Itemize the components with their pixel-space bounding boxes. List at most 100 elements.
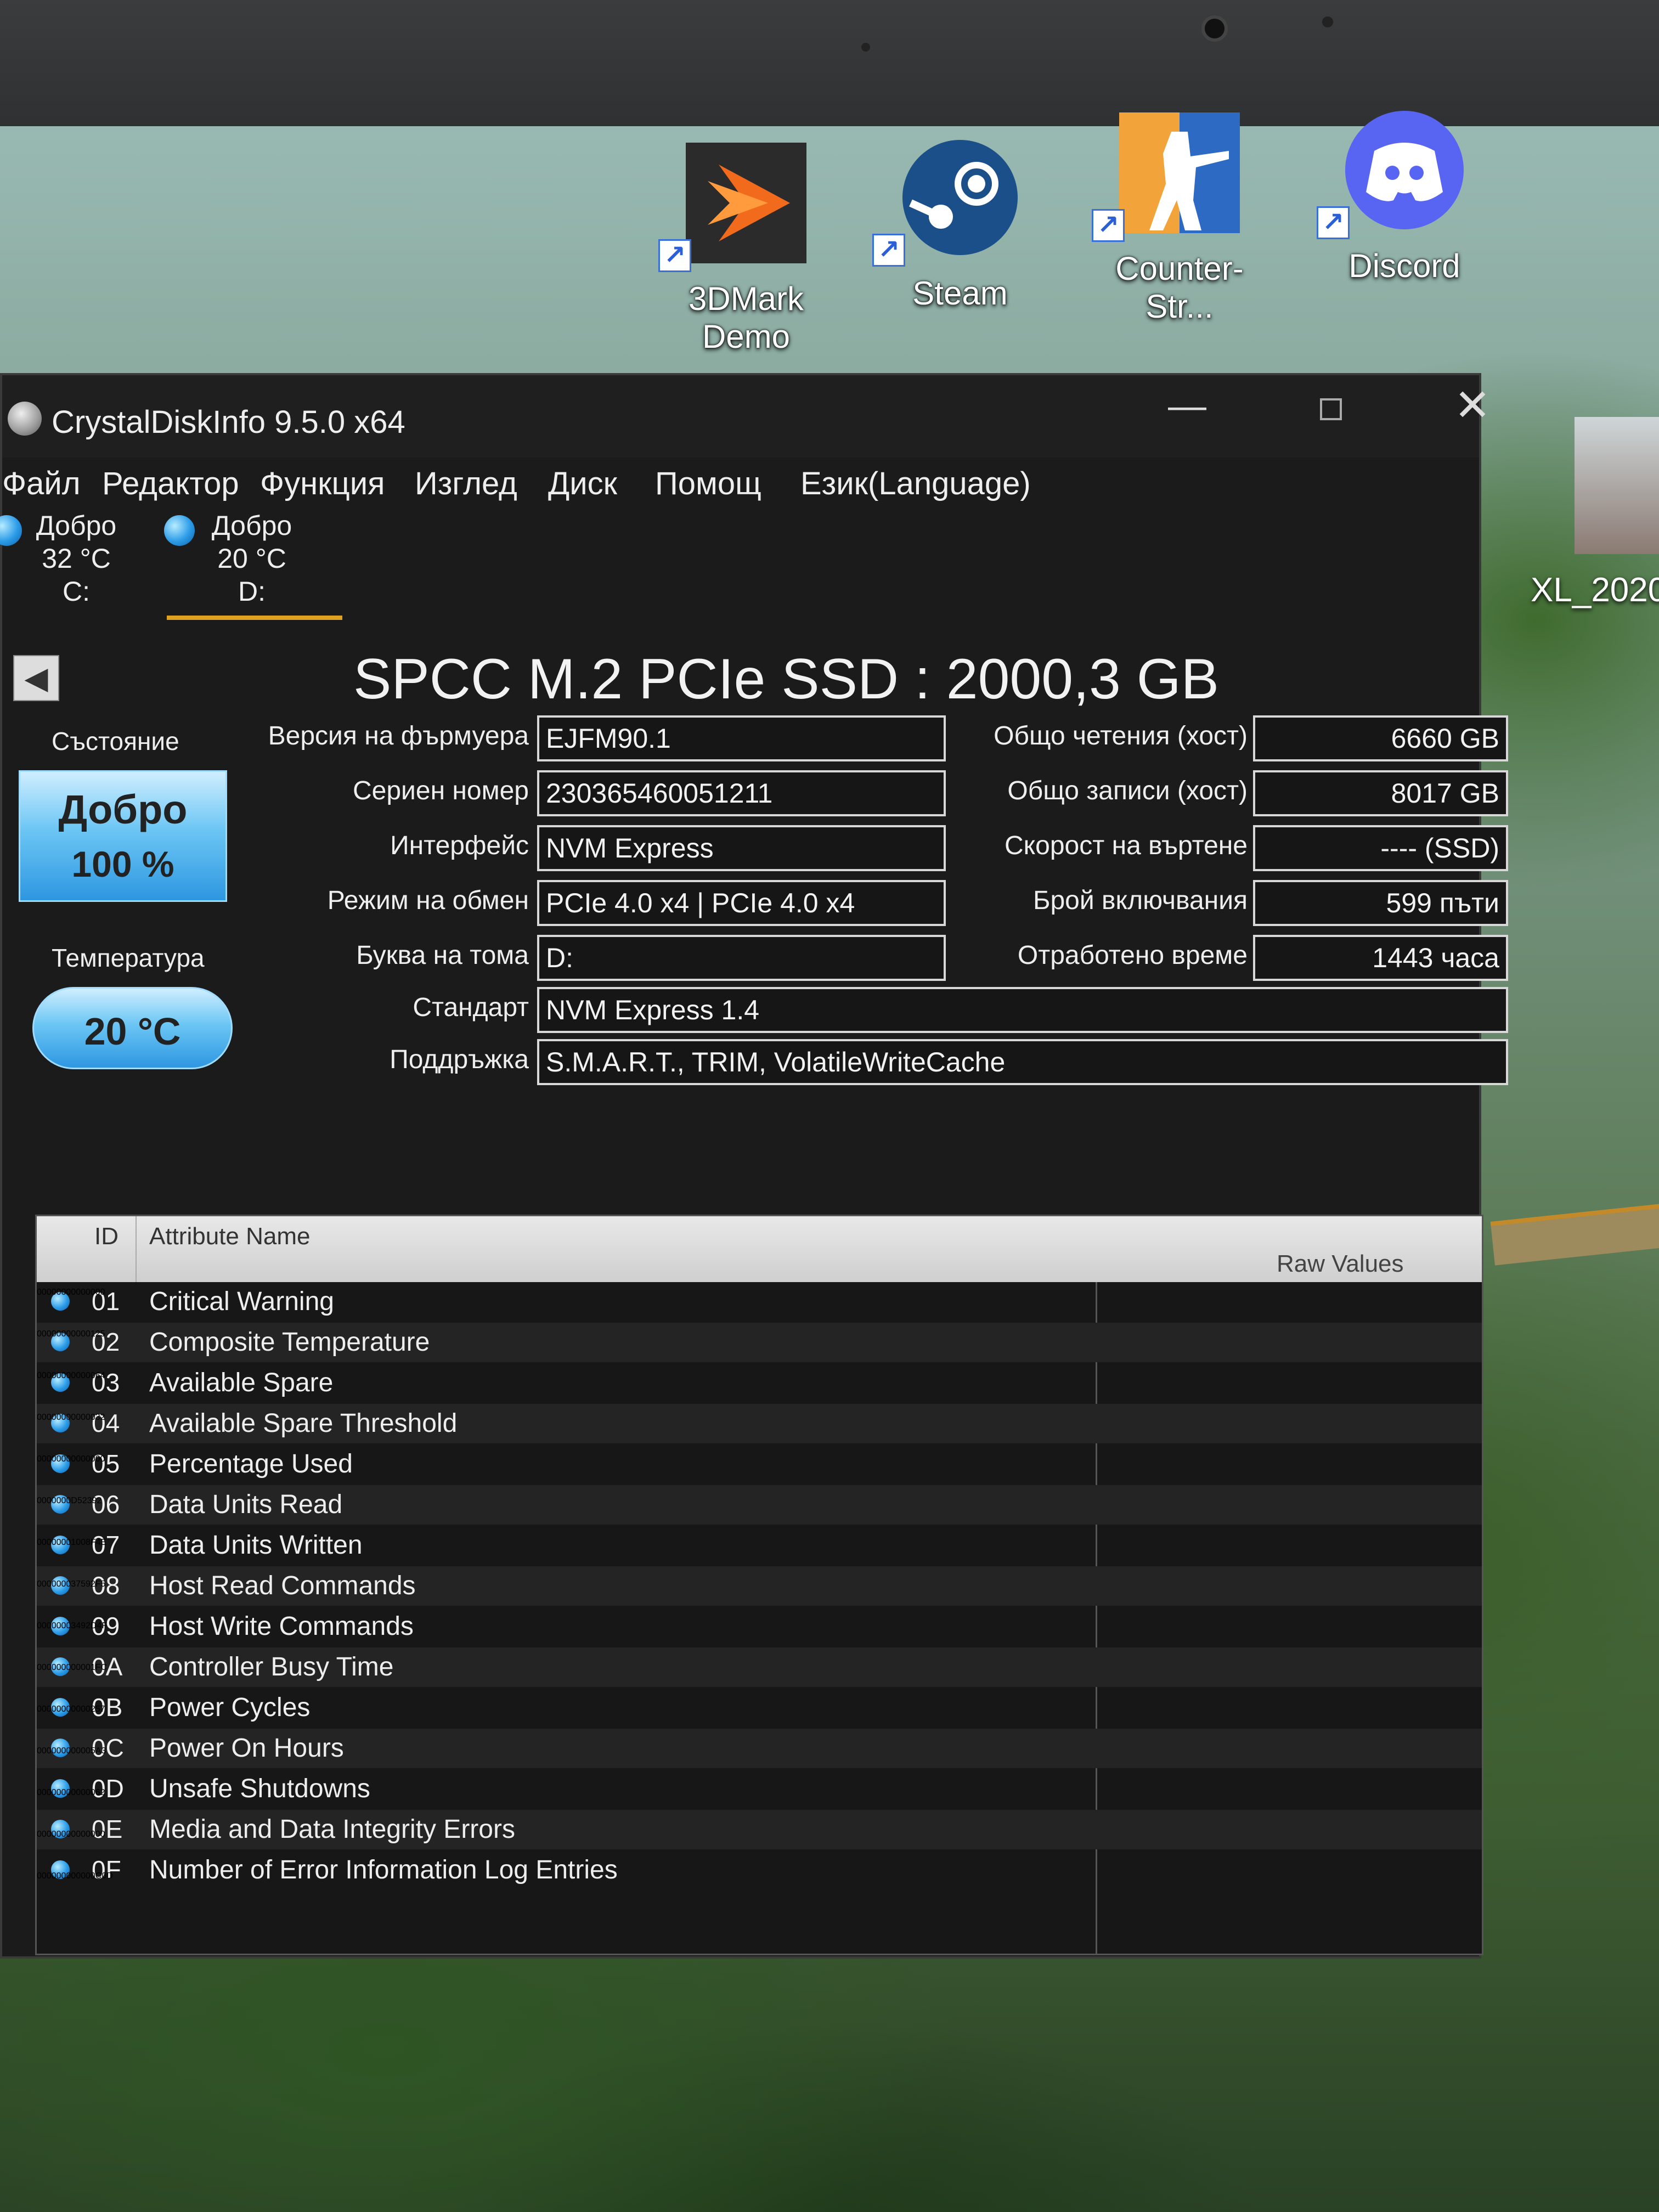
host-writes-field: 8017 GB [1253,770,1508,816]
serial-field: 230365460051211 [537,770,946,816]
attribute-name: Data Units Read [149,1490,343,1519]
table-row[interactable]: 0B Power Cycles [37,1688,1482,1728]
webcam [1201,15,1228,42]
smart-attributes-table[interactable]: ID Attribute Name Raw Values 01 Critical … [35,1215,1483,1955]
table-row[interactable]: 08 Host Read Commands [37,1566,1482,1606]
menu-help[interactable]: Помощ [655,465,761,502]
window-title: CrystalDiskInfo 9.5.0 x64 [52,404,405,440]
table-row[interactable]: 0F Number of Error Information Log Entrie… [37,1850,1482,1890]
raw-value: 000000000000C0D [37,1871,113,1881]
column-header-raw-values[interactable]: Raw Values [1277,1250,1404,1278]
raw-value: 000000037592F5 [37,1579,106,1589]
desktop-icon-label: Counter-Str... [1115,250,1244,325]
raw-value: 00000000000064 [37,1371,105,1380]
menu-language[interactable]: Език(Language) [800,465,1031,502]
light-sensor [1322,16,1333,27]
attribute-name: Host Write Commands [149,1612,414,1641]
raw-value: 000000000005A3 [37,1746,106,1756]
power-on-hours-field: 1443 часа [1253,935,1508,981]
disk-tabs: Добро 32 °C C: Добро 20 °C D: [0,510,1479,614]
transfer-mode-label: Режим на обмен [327,886,529,915]
maximize-icon [1320,398,1342,420]
desktop-icon-label: 3DMark Demo [688,280,804,355]
app-icon [8,402,42,436]
disk-tab-drive: C: [63,576,90,607]
desktop-icon-label: XL_2020 [1531,571,1659,609]
raw-value: 00000000000062 [37,1788,105,1797]
previous-disk-button[interactable]: ◀ [13,655,59,701]
features-field: S.M.A.R.T., TRIM, VolatileWriteCache [537,1039,1508,1085]
menu-file[interactable]: Файл [2,465,81,502]
attribute-name: Available Spare Threshold [149,1409,458,1438]
attribute-name: Available Spare [149,1368,334,1397]
drive-letter-label: Буква на тома [356,941,529,970]
firmware-field: EJFM90.1 [537,715,946,761]
raw-value: 000000000001FC [37,1663,108,1672]
drive-letter-field: D: [537,935,946,981]
table-row[interactable]: 0D Unsafe Shutdowns [37,1769,1482,1809]
maximize-button[interactable] [1297,381,1363,436]
disk-tab-status: Добро [36,510,117,541]
table-row[interactable]: 02 Composite Temperature [37,1323,1482,1362]
menu-function[interactable]: Функция [260,465,385,502]
power-on-hours-label: Отработено време [1017,941,1248,970]
disk-tab-status: Добро [211,510,292,541]
table-row[interactable]: 05 Percentage Used [37,1444,1482,1484]
table-row[interactable]: 0C Power On Hours [37,1729,1482,1768]
attribute-name: Host Read Commands [149,1571,416,1600]
discord-icon [1345,111,1464,229]
disk-tab-d[interactable]: Добро 20 °C D: [164,510,340,614]
column-header-id[interactable]: ID [94,1223,119,1250]
raw-value: 00000000000000 [37,1288,105,1297]
disk-tab-temp: 32 °C [42,543,111,574]
title-bar[interactable]: CrystalDiskInfo 9.5.0 x64 — ✕ [2,375,1491,458]
temperature-value: 20 °C [84,1010,181,1053]
menu-edit[interactable]: Редактор [102,465,239,502]
menu-disk[interactable]: Диск [548,465,617,502]
table-row[interactable]: 01 Critical Warning [37,1282,1482,1322]
disk-tab-c[interactable]: Добро 32 °C C: [0,510,178,614]
health-status-badge[interactable]: Добро 100 % [19,770,227,902]
shortcut-arrow-icon: ↗ [658,239,691,272]
table-row[interactable]: 0A Controller Busy Time [37,1647,1482,1687]
disk-title: SPCC M.2 PCIe SSD : 2000,3 GB [353,647,1219,711]
health-status-text: Добро [58,787,188,832]
minimize-button[interactable]: — [1154,381,1220,436]
table-row[interactable]: 09 Host Write Commands [37,1607,1482,1646]
transfer-mode-field: PCIe 4.0 x4 | PCIe 4.0 x4 [537,880,946,926]
power-on-count-field: 599 пъти [1253,880,1508,926]
status-dot-icon [0,515,22,546]
health-percent: 100 % [71,844,174,884]
rotation-rate-label: Скорост на въртене [1004,831,1248,860]
disk-tab-drive: D: [238,576,266,607]
column-header-attribute-name[interactable]: Attribute Name [149,1223,310,1250]
counter-strike-icon [1119,112,1240,233]
temperature-badge[interactable]: 20 °C [32,987,233,1069]
interface-field: NVM Express [537,825,946,871]
table-row[interactable]: 07 Data Units Written [37,1526,1482,1565]
attribute-name: Unsafe Shutdowns [149,1774,370,1803]
3dmark-icon [686,143,806,263]
host-reads-field: 6660 GB [1253,715,1508,761]
power-on-count-label: Брой включвания [1032,886,1248,915]
attribute-name: Data Units Written [149,1531,363,1560]
table-row[interactable]: 03 Available Spare [37,1363,1482,1403]
status-dot-icon [164,515,195,546]
desktop-icon-photo-thumbnail[interactable] [1575,417,1659,554]
indicator-led [861,43,870,52]
menu-view[interactable]: Изглед [415,465,517,502]
disk-tab-temp: 20 °C [217,543,286,574]
temperature-label: Температура [52,944,205,972]
table-row[interactable]: 04 Available Spare Threshold [37,1404,1482,1443]
standard-field: NVM Express 1.4 [537,987,1508,1033]
table-row[interactable]: 0E Media and Data Integrity Errors [37,1810,1482,1849]
close-button[interactable]: ✕ [1440,381,1505,436]
raw-value: 00000000000257 [37,1705,105,1714]
raw-value: 00000000000000 [37,1454,105,1464]
interface-label: Интерфейс [390,831,529,860]
firmware-label: Версия на фърмуера [268,721,529,751]
raw-value: 00000003492D4F [37,1621,108,1630]
raw-value: 0000000D52392 [37,1496,102,1505]
table-row[interactable]: 06 Data Units Read [37,1485,1482,1525]
raw-value: 00000000000125 [37,1329,105,1339]
